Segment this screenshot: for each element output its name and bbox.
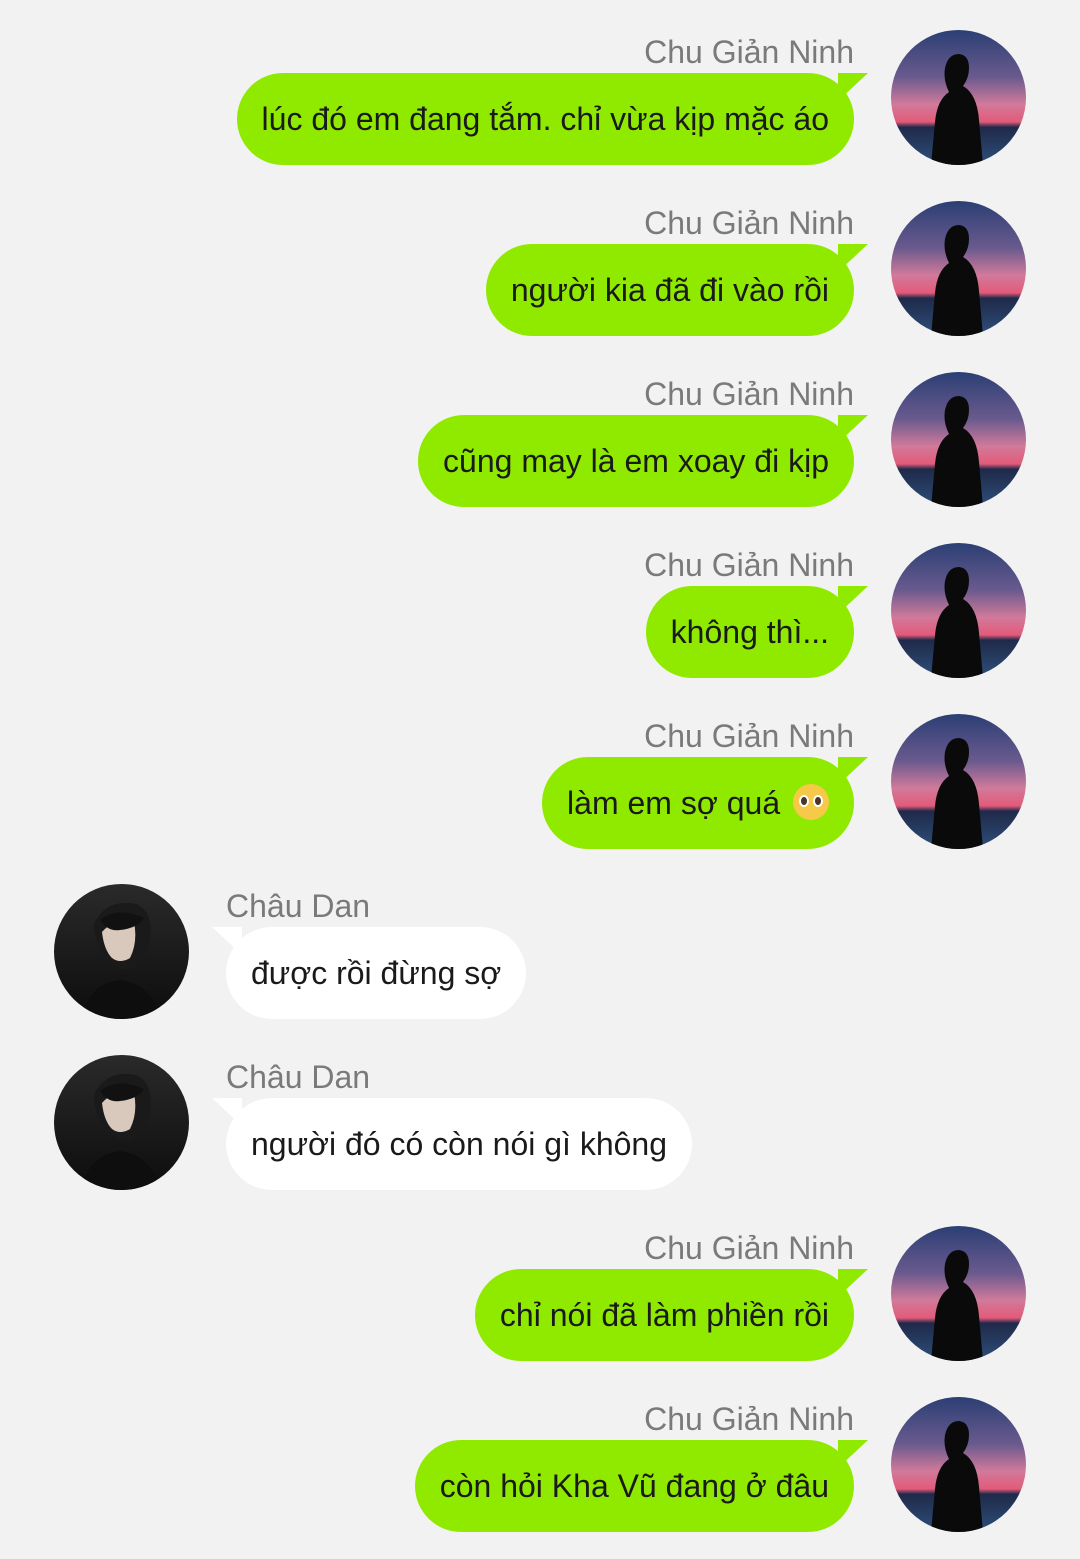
message-bubble[interactable]: lúc đó em đang tắm. chỉ vừa kịp mặc áo: [236, 73, 854, 165]
sender-name: Chu Giản Ninh: [644, 34, 854, 70]
message-bubble[interactable]: cũng may là em xoay đi kịp: [418, 415, 854, 507]
message-row: Chu Giản Ninh làm em sợ quá: [0, 714, 1080, 874]
message-row: Chu Giản Ninh cũng may là em xoay đi kịp: [0, 372, 1080, 532]
message-text: cũng may là em xoay đi kịp: [443, 443, 829, 479]
avatar-chu-gian-ninh[interactable]: [891, 30, 1026, 165]
avatar-chu-gian-ninh[interactable]: [891, 1397, 1026, 1532]
message-bubble[interactable]: không thì...: [645, 586, 854, 678]
avatar-chu-gian-ninh[interactable]: [891, 1226, 1026, 1361]
message-row: Chu Giản Ninh còn hỏi Kha Vũ đang ở đâu: [0, 1397, 1080, 1557]
sender-name: Chu Giản Ninh: [644, 1401, 854, 1437]
message-text: còn hỏi Kha Vũ đang ở đâu: [439, 1468, 829, 1504]
message-bubble[interactable]: người đó có còn nói gì không: [226, 1098, 693, 1190]
avatar-chau-dan[interactable]: [54, 884, 189, 1019]
message-row: Chu Giản Ninh chỉ nói đã làm phiền rồi: [0, 1226, 1080, 1386]
message-bubble[interactable]: người kia đã đi vào rồi: [485, 244, 854, 336]
message-row: Châu Dan được rồi đừng sợ: [0, 884, 1080, 1044]
sender-name: Châu Dan: [226, 1059, 371, 1095]
sender-name: Chu Giản Ninh: [644, 1230, 854, 1266]
message-text: người kia đã đi vào rồi: [510, 272, 829, 308]
message-bubble[interactable]: chỉ nói đã làm phiền rồi: [474, 1269, 854, 1361]
message-row: Chu Giản Ninh người kia đã đi vào rồi: [0, 201, 1080, 361]
sender-name: Châu Dan: [226, 888, 371, 924]
sender-name: Chu Giản Ninh: [644, 718, 854, 754]
message-row: Chu Giản Ninh lúc đó em đang tắm. chỉ vừ…: [0, 30, 1080, 190]
avatar-chu-gian-ninh[interactable]: [891, 201, 1026, 336]
avatar-chu-gian-ninh[interactable]: [891, 372, 1026, 507]
sender-name: Chu Giản Ninh: [644, 547, 854, 583]
message-text: làm em sợ quá: [567, 785, 781, 821]
message-text: được rồi đừng sợ: [251, 955, 502, 991]
message-text: chỉ nói đã làm phiền rồi: [499, 1297, 829, 1333]
message-bubble[interactable]: còn hỏi Kha Vũ đang ở đâu: [414, 1440, 854, 1532]
sender-name: Chu Giản Ninh: [644, 376, 854, 412]
message-row: Chu Giản Ninh không thì...: [0, 543, 1080, 703]
message-row: Châu Dan người đó có còn nói gì không: [0, 1055, 1080, 1215]
avatar-chu-gian-ninh[interactable]: [891, 543, 1026, 678]
message-text: lúc đó em đang tắm. chỉ vừa kịp mặc áo: [261, 101, 829, 137]
message-bubble[interactable]: được rồi đừng sợ: [226, 927, 527, 1019]
chat-thread: Chu Giản Ninh lúc đó em đang tắm. chỉ vừ…: [0, 0, 1080, 1559]
sender-name: Chu Giản Ninh: [644, 205, 854, 241]
avatar-chu-gian-ninh[interactable]: [891, 714, 1026, 849]
message-bubble[interactable]: làm em sợ quá: [542, 757, 854, 849]
message-text: không thì...: [670, 614, 829, 650]
pleading-face-icon: [793, 784, 829, 820]
avatar-chau-dan[interactable]: [54, 1055, 189, 1190]
message-text: người đó có còn nói gì không: [251, 1126, 668, 1162]
